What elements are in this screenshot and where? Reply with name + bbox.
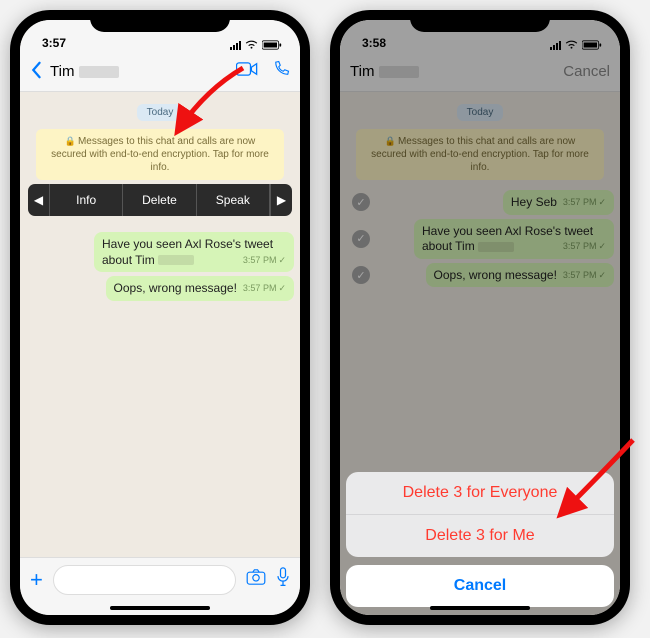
back-button[interactable] — [30, 59, 42, 85]
message-bubble[interactable]: Have you seen Axl Rose's tweet about Tim… — [94, 232, 294, 272]
context-item-info[interactable]: Info — [50, 184, 123, 216]
context-menu: ◀ Info Delete Speak ▶ — [28, 184, 292, 216]
cellular-icon — [230, 41, 241, 50]
attach-button[interactable]: + — [30, 567, 43, 593]
message-text: Oops, wrong message! — [114, 281, 237, 295]
date-pill: Today — [137, 104, 184, 121]
delete-for-me-button[interactable]: Delete 3 for Me — [346, 515, 614, 557]
context-item-delete[interactable]: Delete — [123, 184, 196, 216]
phone-frame-right: 3:58 Tim Cancel Today Messages to this c… — [330, 10, 630, 625]
lock-icon — [65, 136, 78, 147]
message-bubble[interactable]: Oops, wrong message! 3:57 PM — [106, 276, 294, 301]
action-sheet: Delete 3 for Everyone Delete 3 for Me Ca… — [346, 472, 614, 607]
message-time: 3:57 PM — [243, 283, 286, 295]
context-item-speak[interactable]: Speak — [197, 184, 270, 216]
voice-call-button[interactable] — [272, 60, 290, 83]
contact-name[interactable]: Tim — [50, 63, 74, 80]
input-bar: + — [20, 557, 300, 601]
screen-right: 3:58 Tim Cancel Today Messages to this c… — [340, 20, 620, 615]
message-row: Oops, wrong message! 3:57 PM — [26, 276, 294, 301]
video-call-button[interactable] — [236, 62, 258, 81]
wifi-icon — [245, 40, 258, 50]
chat-body-left: Today Messages to this chat and calls ar… — [20, 92, 300, 557]
delete-for-everyone-button[interactable]: Delete 3 for Everyone — [346, 472, 614, 515]
battery-icon — [262, 40, 282, 50]
redacted-lastname — [79, 66, 119, 78]
notch — [410, 10, 550, 32]
context-prev-arrow[interactable]: ◀ — [28, 184, 50, 216]
status-time: 3:57 — [42, 36, 66, 50]
home-indicator[interactable] — [340, 601, 620, 615]
context-next-arrow[interactable]: ▶ — [270, 184, 292, 216]
message-time: 3:57 PM — [243, 255, 286, 267]
message-row: Have you seen Axl Rose's tweet about Tim… — [26, 232, 294, 272]
action-sheet-group: Delete 3 for Everyone Delete 3 for Me — [346, 472, 614, 557]
mic-button[interactable] — [276, 567, 290, 592]
screen-left: 3:57 Tim Today Messages to this chat — [20, 20, 300, 615]
chat-header: Tim — [20, 52, 300, 92]
camera-button[interactable] — [246, 569, 266, 590]
redacted-text — [158, 255, 194, 265]
message-input[interactable] — [53, 565, 236, 595]
encryption-notice[interactable]: Messages to this chat and calls are now … — [36, 129, 284, 180]
notch — [90, 10, 230, 32]
phone-frame-left: 3:57 Tim Today Messages to this chat — [10, 10, 310, 625]
home-indicator[interactable] — [20, 601, 300, 615]
status-indicators — [230, 40, 282, 50]
